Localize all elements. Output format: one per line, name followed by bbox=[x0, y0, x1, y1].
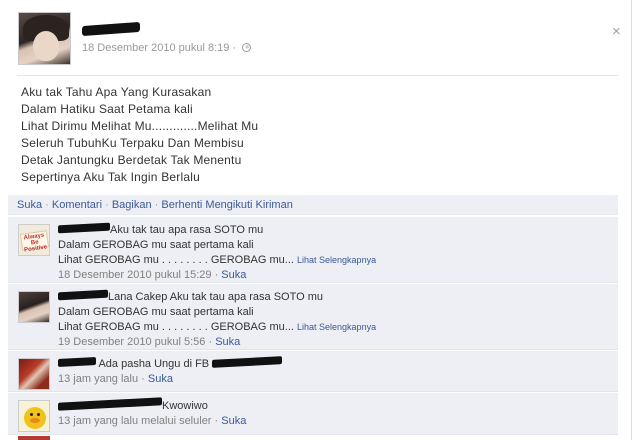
comment-text: Ada pasha Ungu di FB bbox=[98, 358, 210, 370]
action-separator: · bbox=[45, 199, 49, 211]
comment-text: Lana Cakep Aku tak tau apa rasa SOTO mu bbox=[108, 291, 324, 303]
always-positive-sign-image: Always Be Positive bbox=[19, 230, 49, 253]
comment-time[interactable]: 13 jam yang lalu melalui seluler bbox=[58, 415, 211, 427]
author-avatar[interactable] bbox=[18, 12, 71, 65]
author-name-redacted[interactable] bbox=[82, 21, 140, 37]
comment-text: Dalam GEROBAG mu saat pertama kali bbox=[58, 306, 254, 318]
action-separator: · bbox=[105, 199, 109, 211]
commenter-name-redacted[interactable] bbox=[58, 357, 96, 367]
commenter-avatar[interactable] bbox=[18, 291, 50, 323]
post-meta: 18 Desember 2010 pukul 8:19 · bbox=[82, 42, 252, 54]
comment-like-link[interactable]: Suka bbox=[221, 269, 246, 281]
comment-body: Lana Cakep Aku tak tau apa rasa SOTO mu … bbox=[58, 289, 608, 350]
share-link[interactable]: Bagikan bbox=[112, 199, 152, 211]
comment-item: Ada pasha Ungu di FB 13 jam yang lalu · … bbox=[8, 351, 618, 392]
comment-like-link[interactable]: Suka bbox=[221, 415, 246, 427]
message-line: Sepertinya Aku Tak Ingin Berlalu bbox=[21, 170, 200, 184]
unfollow-link[interactable]: Berhenti Mengikuti Kiriman bbox=[161, 199, 292, 211]
comment-item: Lana Cakep Aku tak tau apa rasa SOTO mu … bbox=[8, 284, 618, 350]
comment-text: Dalam GEROBAG mu saat pertama kali bbox=[58, 239, 254, 251]
comment-time[interactable]: 18 Desember 2010 pukul 15:29 bbox=[58, 269, 212, 281]
post-actions-bar: Suka · Komentari · Bagikan · Berhenti Me… bbox=[8, 195, 618, 215]
avatar-face bbox=[33, 31, 59, 61]
duck-eye bbox=[30, 413, 33, 416]
comment-text: Lihat GEROBAG mu . . . . . . . . GEROBAG… bbox=[58, 321, 294, 333]
commenter-name-redacted[interactable] bbox=[58, 289, 108, 301]
message-line: Seleruh TubuhKu Terpaku Dan Membisu bbox=[21, 136, 244, 150]
globe-icon[interactable] bbox=[242, 43, 252, 52]
comment-time[interactable]: 19 Desember 2010 pukul 5:56 bbox=[58, 336, 205, 348]
post-timestamp[interactable]: 18 Desember 2010 pukul 8:19 bbox=[82, 42, 229, 54]
comment-text: Kwowiwo bbox=[162, 400, 208, 412]
commenter-avatar[interactable] bbox=[18, 400, 50, 432]
comment-like-link[interactable]: Suka bbox=[215, 336, 240, 348]
post-header: 18 Desember 2010 pukul 8:19 · × bbox=[18, 12, 621, 72]
comment-time[interactable]: 13 jam yang lalu bbox=[58, 373, 138, 385]
message-line: Detak Jantungku Berdetak Tak Menentu bbox=[21, 153, 242, 167]
header-divider bbox=[17, 75, 618, 76]
meta-separator: · bbox=[141, 373, 145, 385]
meta-separator: · bbox=[214, 269, 219, 281]
post-container: 18 Desember 2010 pukul 8:19 · × Aku tak … bbox=[4, 0, 632, 440]
meta-separator: · bbox=[208, 336, 213, 348]
commenter-avatar[interactable]: Always Be Positive bbox=[18, 224, 50, 256]
next-commenter-avatar[interactable] bbox=[18, 436, 50, 440]
message-line: Lihat Dirimu Melihat Mu.............Meli… bbox=[21, 119, 259, 133]
comment-body: Aku tak tau apa rasa SOTO mu Dalam GEROB… bbox=[58, 222, 608, 283]
message-line: Aku tak Tahu Apa Yang Kurasakan bbox=[21, 85, 212, 99]
action-separator: · bbox=[154, 199, 159, 211]
see-more-link[interactable]: Lihat Selengkapnya bbox=[297, 255, 376, 265]
comment-text: Aku tak tau apa rasa SOTO mu bbox=[110, 224, 264, 236]
post-message: Aku tak Tahu Apa Yang Kurasakan Dalam Ha… bbox=[21, 84, 258, 186]
mention-redacted[interactable] bbox=[212, 356, 283, 368]
commenter-avatar[interactable] bbox=[18, 358, 50, 390]
commenter-name-redacted[interactable] bbox=[58, 222, 110, 234]
comment-body: Ada pasha Ungu di FB 13 jam yang lalu · … bbox=[58, 356, 608, 387]
message-line: Dalam Hatiku Saat Petama kali bbox=[21, 102, 193, 116]
meta-separator: · bbox=[214, 415, 219, 427]
meta-separator: · bbox=[232, 42, 237, 54]
comment-link[interactable]: Komentari bbox=[52, 199, 102, 211]
like-link[interactable]: Suka bbox=[17, 199, 42, 211]
comment-text: Lihat GEROBAG mu . . . . . . . . GEROBAG… bbox=[58, 254, 294, 266]
duck-beak bbox=[30, 418, 40, 423]
duck-eye bbox=[37, 413, 40, 416]
comment-item: Always Be Positive Aku tak tau apa rasa … bbox=[8, 217, 618, 283]
comment-body: Kwowiwo 13 jam yang lalu melalui seluler… bbox=[58, 397, 608, 429]
close-icon[interactable]: × bbox=[612, 24, 621, 39]
comment-like-link[interactable]: Suka bbox=[148, 373, 173, 385]
commenter-name-redacted[interactable] bbox=[58, 397, 162, 411]
comment-item: Kwowiwo 13 jam yang lalu melalui seluler… bbox=[8, 393, 618, 435]
see-more-link[interactable]: Lihat Selengkapnya bbox=[297, 322, 376, 332]
